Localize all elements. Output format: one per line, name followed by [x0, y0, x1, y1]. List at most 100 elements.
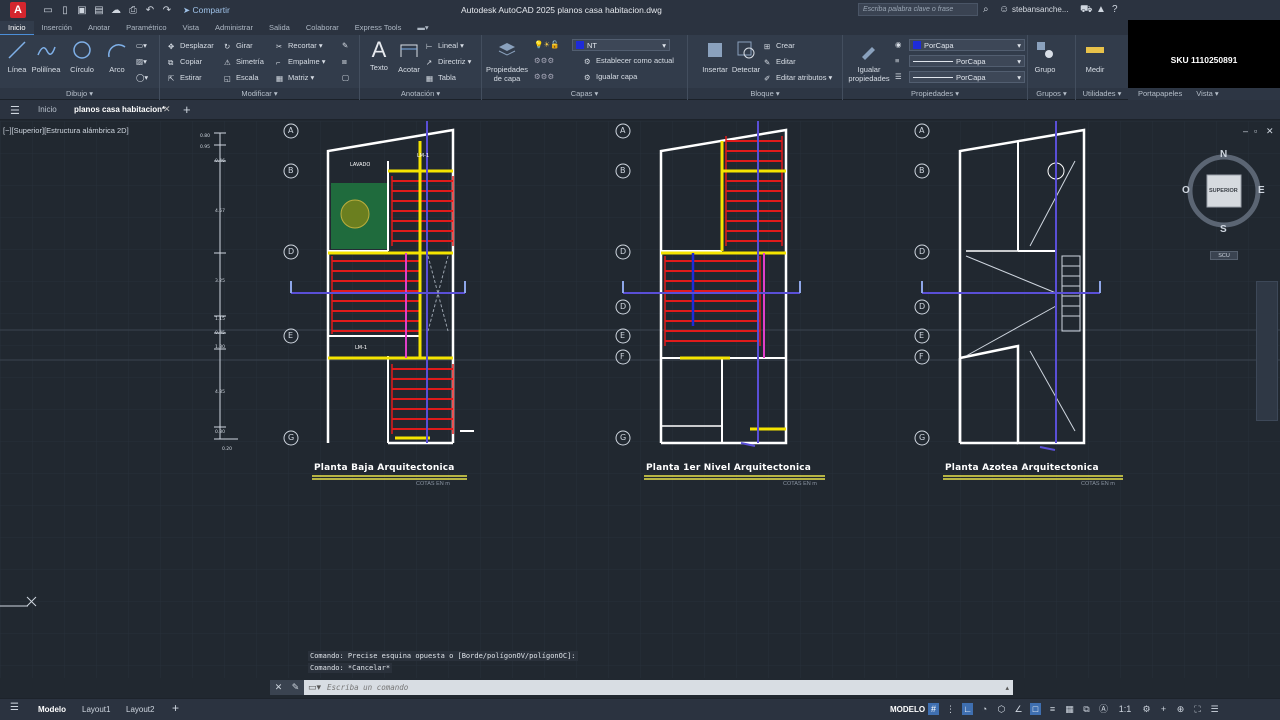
- help-icon[interactable]: ?: [1112, 4, 1118, 15]
- match-layer-button[interactable]: ⚙ Igualar capa: [584, 72, 637, 82]
- add-layout-icon[interactable]: +: [172, 701, 179, 715]
- panel-anotacion-title[interactable]: Anotación ▾: [360, 88, 481, 99]
- group-button[interactable]: Grupo: [1028, 39, 1062, 74]
- lineweight-dropdown[interactable]: PorCapa ▾: [909, 71, 1025, 83]
- panel-dibujo-title[interactable]: Dibujo ▾: [0, 88, 159, 99]
- undo-icon[interactable]: ↶: [144, 5, 156, 16]
- close-icon[interactable]: ✕: [275, 682, 283, 693]
- annotation-scale-icon[interactable]: Ⓐ: [1098, 703, 1109, 715]
- color-wheel-icon[interactable]: ◉: [895, 40, 902, 49]
- tab-parametrico[interactable]: Paramétrico: [118, 21, 174, 35]
- drawing-canvas[interactable]: LAVADO LM-1 LM-1: [0, 121, 1280, 678]
- tab-insercion[interactable]: Inserción: [34, 21, 80, 35]
- autocad-logo-icon[interactable]: A: [10, 2, 26, 18]
- command-input[interactable]: [327, 683, 432, 692]
- layout-menu-icon[interactable]: ☰: [10, 702, 19, 713]
- tab-drawing[interactable]: planos casa habitacion*: [74, 105, 165, 114]
- offset-icon[interactable]: ⧈: [342, 57, 347, 67]
- user-name[interactable]: stebansanche...: [1012, 5, 1068, 14]
- tab-administrar[interactable]: Administrar: [207, 21, 261, 35]
- navigation-bar[interactable]: [1256, 281, 1278, 421]
- wrench-icon[interactable]: ✎: [292, 682, 300, 693]
- user-icon[interactable]: ☺: [999, 4, 1009, 15]
- color-dropdown[interactable]: PorCapa ▾: [909, 39, 1025, 51]
- tab-inicio[interactable]: Inicio: [0, 21, 34, 35]
- share-button[interactable]: ➤ Compartir: [183, 5, 230, 16]
- edit-attributes-button[interactable]: ✐ Editar atributos ▾: [764, 73, 832, 83]
- ortho-icon[interactable]: ∟: [962, 703, 973, 715]
- polar-icon[interactable]: ◔: [979, 703, 990, 715]
- tab-model[interactable]: Modelo: [38, 705, 66, 714]
- leader-button[interactable]: ↗ Directriz ▾: [426, 57, 471, 67]
- viewport-controls-label[interactable]: [−][Superior][Estructura alámbrica 2D]: [3, 126, 129, 135]
- rectangle-icon[interactable]: ▭▾: [136, 41, 147, 50]
- viewcube-face[interactable]: SUPERIOR: [1209, 188, 1238, 194]
- create-block-button[interactable]: ⊞ Crear: [764, 41, 795, 51]
- cart-icon[interactable]: ⛟: [1080, 4, 1093, 17]
- linetype-dropdown[interactable]: PorCapa ▾: [909, 55, 1025, 67]
- ucs-menu[interactable]: SCU: [1210, 251, 1238, 260]
- search-icon[interactable]: ⌕: [983, 4, 989, 15]
- fillet-button[interactable]: ⌐ Empalme ▾: [276, 57, 326, 67]
- lineweight-toggle-icon[interactable]: ≡: [1047, 703, 1058, 715]
- trim-button[interactable]: ✂ Recortar ▾: [276, 41, 323, 51]
- cloud-icon[interactable]: ☁: [110, 5, 122, 16]
- panel-propiedades-title[interactable]: Propiedades ▾: [843, 88, 1027, 99]
- gear-icon[interactable]: ⚙: [1141, 703, 1152, 715]
- tab-layout2[interactable]: Layout2: [126, 705, 154, 714]
- panel-modificar-title[interactable]: Modificar ▾: [160, 88, 359, 99]
- layer-state-icons[interactable]: 💡☀🔓: [534, 40, 559, 49]
- mirror-button[interactable]: ⚠ Simetría: [224, 57, 264, 67]
- detect-button[interactable]: Detectar: [728, 39, 764, 74]
- dimension-tool-button[interactable]: Acotar: [392, 39, 426, 74]
- grid-icon[interactable]: #: [928, 703, 939, 715]
- insert-block-button[interactable]: Insertar: [698, 39, 732, 74]
- circle-tool-button[interactable]: Círculo: [65, 39, 99, 74]
- customize-icon[interactable]: ☰: [1209, 703, 1220, 715]
- ellipse-icon[interactable]: ◯▾: [136, 73, 148, 82]
- explode-icon[interactable]: ▢: [342, 73, 349, 82]
- minimize-viewport-icon[interactable]: –: [1243, 126, 1248, 136]
- tab-start[interactable]: Inicio: [38, 105, 57, 114]
- maximize-viewport-icon[interactable]: ▫: [1254, 126, 1257, 136]
- text-tool-button[interactable]: A Texto: [362, 39, 396, 73]
- polyline-tool-button[interactable]: Polilínea: [29, 39, 63, 74]
- arc-tool-button[interactable]: Arco: [100, 39, 134, 74]
- tab-salida[interactable]: Salida: [261, 21, 298, 35]
- viewcube-east[interactable]: E: [1258, 185, 1265, 196]
- close-icon[interactable]: ✕: [163, 104, 171, 115]
- print-icon[interactable]: ⎙: [127, 5, 139, 16]
- help-search-input[interactable]: Escriba palabra clave o frase: [858, 3, 978, 16]
- array-button[interactable]: ▦ Matriz ▾: [276, 73, 314, 83]
- match-properties-button[interactable]: Igualar propiedades: [845, 39, 893, 83]
- tab-colaborar[interactable]: Colaborar: [298, 21, 347, 35]
- panel-grupos-title[interactable]: Grupos ▾: [1028, 88, 1075, 99]
- save-icon[interactable]: ▣: [76, 5, 88, 16]
- layer-tools-icons-2[interactable]: ⚙⚙⚙: [534, 72, 554, 81]
- set-current-button[interactable]: ⚙ Establecer como actual: [584, 56, 674, 66]
- hatch-icon[interactable]: ▨▾: [136, 57, 147, 66]
- rotate-button[interactable]: ↻ Girar: [224, 41, 253, 51]
- table-button[interactable]: ▦ Tabla: [426, 73, 456, 83]
- edit-block-button[interactable]: ✎ Editar: [764, 57, 796, 67]
- layer-dropdown[interactable]: NT ▾: [572, 39, 670, 51]
- scale-value[interactable]: 1:1: [1115, 703, 1135, 715]
- copy-button[interactable]: ⧉ Copiar: [168, 57, 202, 67]
- move-button[interactable]: ✥ Desplazar: [168, 41, 214, 51]
- plus-icon[interactable]: +: [1158, 703, 1169, 715]
- viewcube-south[interactable]: S: [1220, 224, 1227, 235]
- isodraft-icon[interactable]: ⬡: [996, 703, 1007, 715]
- panel-capas-title[interactable]: Capas ▾: [482, 88, 687, 99]
- new-tab-icon[interactable]: +: [183, 102, 191, 117]
- model-space-button[interactable]: MODELO: [890, 705, 925, 714]
- scale-button[interactable]: ◱ Escala: [224, 73, 259, 83]
- snap-icon[interactable]: ⋮: [945, 703, 956, 715]
- viewcube-west[interactable]: O: [1182, 185, 1190, 196]
- new-file-icon[interactable]: ▭: [42, 5, 54, 16]
- linetype-icon[interactable]: ≡: [895, 56, 899, 65]
- drawing-area[interactable]: LAVADO LM-1 LM-1 A B D E G A B D D E F G…: [0, 121, 1280, 678]
- open-file-icon[interactable]: ▯: [59, 5, 71, 16]
- stretch-button[interactable]: ⇱ Estirar: [168, 73, 202, 83]
- tab-express-tools[interactable]: Express Tools: [347, 21, 410, 35]
- viewcube-north[interactable]: N: [1220, 149, 1227, 160]
